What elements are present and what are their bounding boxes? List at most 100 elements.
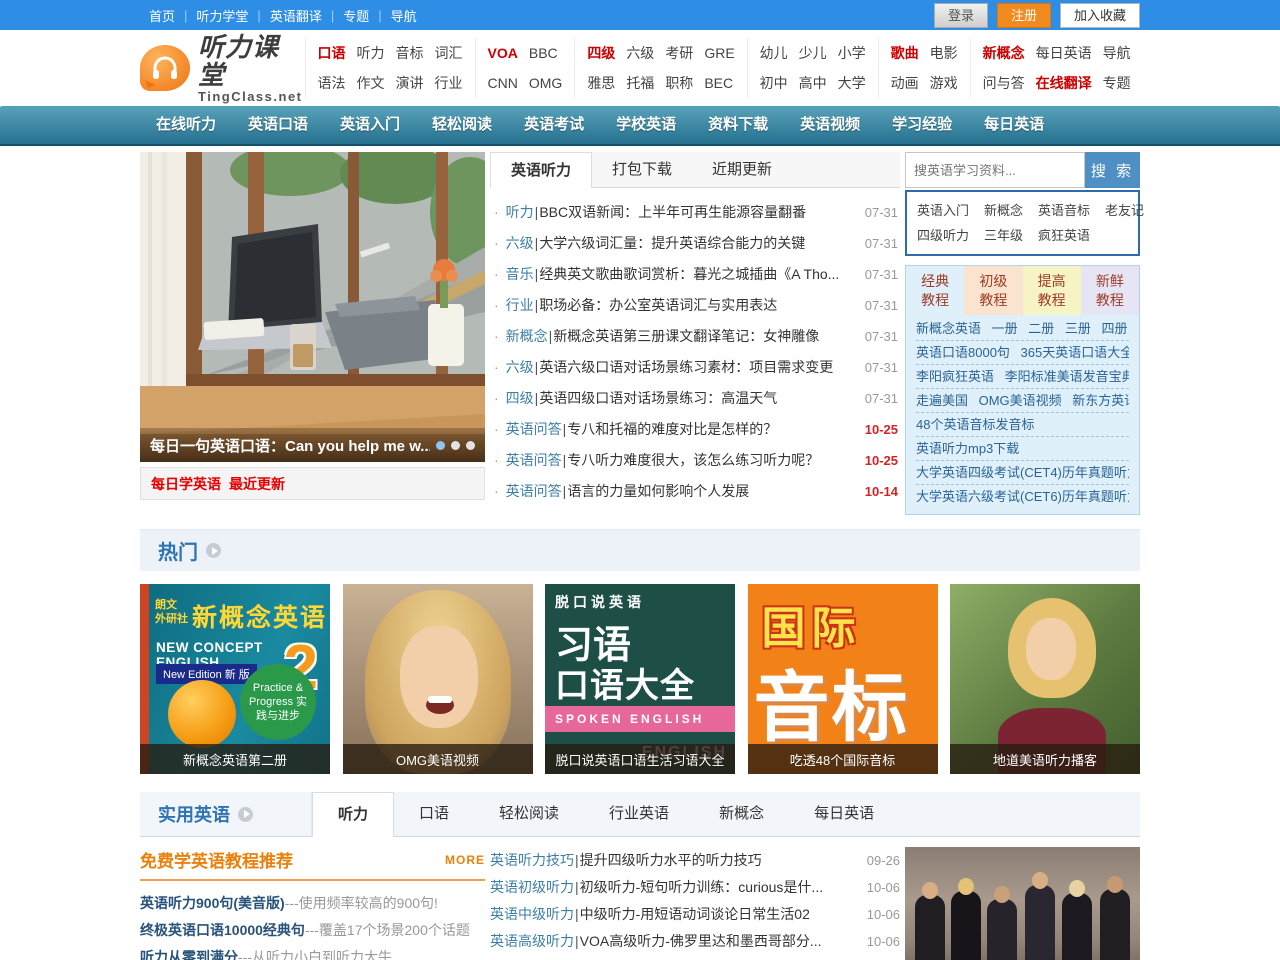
practical-title-link[interactable]: 提升四级听力水平的听力技巧 (580, 847, 859, 874)
quicklink[interactable]: 六级 (626, 38, 654, 68)
nav-item-experience[interactable]: 学习经验 (876, 106, 968, 144)
nav-item-daily[interactable]: 每日英语 (968, 106, 1060, 144)
news-title[interactable]: 英语六级口语对话场景练习素材：项目需求变更 (539, 352, 856, 383)
quicklink[interactable]: 考研 (665, 38, 693, 68)
tab-advanced-courses[interactable]: 提高教程 (1023, 266, 1081, 315)
practical-category[interactable]: 英语听力技巧 (490, 847, 574, 874)
thumb-podcast[interactable]: 地道美语听力播客 (950, 584, 1140, 774)
news-title[interactable]: 英语四级口语对话场景练习：高温天气 (539, 383, 856, 414)
course-link-row[interactable]: 英语听力mp3下载 (916, 437, 1129, 461)
news-category[interactable]: 六级 (506, 228, 534, 259)
quicklink[interactable]: 作文 (357, 68, 385, 98)
nav-item-speaking[interactable]: 英语口语 (232, 106, 324, 144)
news-title[interactable]: 新概念英语第三册课文翻译笔记：女神雕像 (553, 321, 856, 352)
course-link-row[interactable]: 李阳疯狂英语 李阳标准美语发音宝典 (916, 365, 1129, 389)
quicklink[interactable]: 电影 (930, 38, 958, 68)
topbar-link-home[interactable]: 首页 (140, 6, 184, 25)
quicklink[interactable]: 每日英语 (1036, 38, 1092, 68)
quicklink[interactable]: 高中 (799, 68, 827, 98)
more-link[interactable]: MORE (445, 853, 485, 867)
quicklink[interactable]: 大学 (838, 68, 866, 98)
thumb-caption[interactable]: 地道美语听力播客 (950, 744, 1140, 774)
quicklink[interactable]: 少儿 (799, 38, 827, 68)
news-category[interactable]: 英语问答 (506, 445, 562, 476)
carousel-caption[interactable]: 每日一句英语口语：Can you help me w... (150, 435, 430, 456)
practical-title-link[interactable]: 中级听力-用短语动词谈论日常生活02 (580, 901, 859, 928)
carousel-dot[interactable] (451, 441, 460, 450)
recommend-link[interactable]: 听力从零到满分 (140, 949, 238, 960)
hot-word[interactable]: 老友记 (1105, 198, 1144, 223)
news-title[interactable]: 专八和托福的难度对比是怎样的？ (567, 414, 856, 445)
quicklink[interactable]: CNN (488, 68, 518, 98)
nav-item-school[interactable]: 学校英语 (600, 106, 692, 144)
quicklink[interactable]: OMG (529, 68, 562, 98)
site-logo[interactable]: 听力课堂 TingClass.net (140, 33, 303, 104)
hot-word[interactable]: 英语音标 (1038, 198, 1090, 223)
tab-classic-courses[interactable]: 经典教程 (906, 266, 964, 315)
quicklink[interactable]: BBC (529, 38, 558, 68)
thumb-caption[interactable]: 吃透48个国际音标 (748, 744, 938, 774)
quicklink[interactable]: 动画 (891, 68, 919, 98)
course-link-row[interactable]: 48个英语音标发音标 (916, 413, 1129, 437)
more-arrow-icon[interactable] (238, 807, 253, 822)
thumb-nce2[interactable]: 朗文外研社 新概念英语 NEW CONCEPT ENGLISH New Edit… (140, 584, 330, 774)
practical-category[interactable]: 英语中级听力 (490, 901, 574, 928)
news-category[interactable]: 音乐 (506, 259, 534, 290)
more-arrow-icon[interactable] (206, 543, 221, 558)
quicklink[interactable]: 托福 (626, 68, 654, 98)
quicklink[interactable]: 在线翻译 (1036, 68, 1092, 98)
quicklink[interactable]: 游戏 (930, 68, 958, 98)
news-category[interactable]: 新概念 (506, 321, 548, 352)
recommend-link[interactable]: 英语听力900句(美音版) (140, 895, 285, 911)
news-title[interactable]: 经典英文歌曲歌词赏析：暮光之城插曲《A Tho... (539, 259, 856, 290)
course-link-row[interactable]: 大学英语六级考试(CET6)历年真题听力 (916, 485, 1129, 508)
tab-new-concept[interactable]: 新概念 (694, 792, 789, 836)
tab-listening[interactable]: 听力 (312, 792, 394, 837)
practical-category[interactable]: 英语高级听力 (490, 928, 574, 955)
practical-title-link[interactable]: VOA高级听力-佛罗里达和墨西哥部分... (580, 928, 859, 955)
nav-item-reading[interactable]: 轻松阅读 (416, 106, 508, 144)
quicklink[interactable]: 初中 (760, 68, 788, 98)
quicklink[interactable]: 雅思 (587, 68, 615, 98)
nav-item-download[interactable]: 资料下载 (692, 106, 784, 144)
practical-title-link[interactable]: 初级听力-短句听力训练：curious是什... (580, 874, 859, 901)
news-title[interactable]: 专八听力难度很大，该怎么练习听力呢？ (567, 445, 856, 476)
course-link-row[interactable]: 英语口语8000句 365天英语口语大全 (916, 341, 1129, 365)
carousel-dot[interactable] (436, 441, 445, 450)
news-title[interactable]: 职场必备：办公室英语词汇与实用表达 (539, 290, 856, 321)
course-link-row[interactable]: 大学英语四级考试(CET4)历年真题听力 (916, 461, 1129, 485)
login-button[interactable]: 登录 (934, 3, 988, 28)
thumb-omg-video[interactable]: OMG美语视频 (343, 584, 533, 774)
quicklink[interactable]: VOA (488, 38, 518, 68)
topbar-link-school[interactable]: 听力学堂 (187, 6, 257, 25)
tab-business-english[interactable]: 行业英语 (584, 792, 694, 836)
daily-study-link[interactable]: 每日学英语 (151, 474, 221, 494)
tab-speaking[interactable]: 口语 (394, 792, 474, 836)
tab-english-listening[interactable]: 英语听力 (490, 152, 592, 188)
thumb-caption[interactable]: 脱口说英语口语生活习语大全 (545, 744, 735, 774)
topbar-link-translate[interactable]: 英语翻译 (261, 6, 331, 25)
quicklink[interactable]: 四级 (587, 38, 615, 68)
news-category[interactable]: 英语问答 (506, 414, 562, 445)
news-category[interactable]: 行业 (506, 290, 534, 321)
hot-word[interactable]: 英语入门 (917, 198, 969, 223)
thumb-ipa[interactable]: 国际 音标 吃透48个国际音标 (748, 584, 938, 774)
topbar-link-topics[interactable]: 专题 (334, 6, 378, 25)
quicklink[interactable]: 专题 (1103, 68, 1131, 98)
nav-item-listening[interactable]: 在线听力 (140, 106, 232, 144)
add-favorite-button[interactable]: 加入收藏 (1060, 3, 1140, 28)
quicklink[interactable]: 听力 (357, 38, 385, 68)
quicklink[interactable]: 行业 (435, 68, 463, 98)
news-category[interactable]: 英语问答 (506, 476, 562, 507)
course-link-row[interactable]: 走遍美国 OMG美语视频 新东方英语 (916, 389, 1129, 413)
quicklink[interactable]: 口语 (318, 38, 346, 68)
nav-item-exam[interactable]: 英语考试 (508, 106, 600, 144)
hot-word[interactable]: 四级听力 (917, 223, 969, 248)
thumb-caption[interactable]: OMG美语视频 (343, 744, 533, 774)
tab-daily-english[interactable]: 每日英语 (789, 792, 899, 836)
hot-word[interactable]: 新概念 (984, 198, 1023, 223)
recent-update-link[interactable]: 最近更新 (229, 474, 285, 494)
practical-category[interactable]: 有声读物 (490, 955, 546, 960)
news-category[interactable]: 四级 (506, 383, 534, 414)
quicklink[interactable]: 小学 (838, 38, 866, 68)
